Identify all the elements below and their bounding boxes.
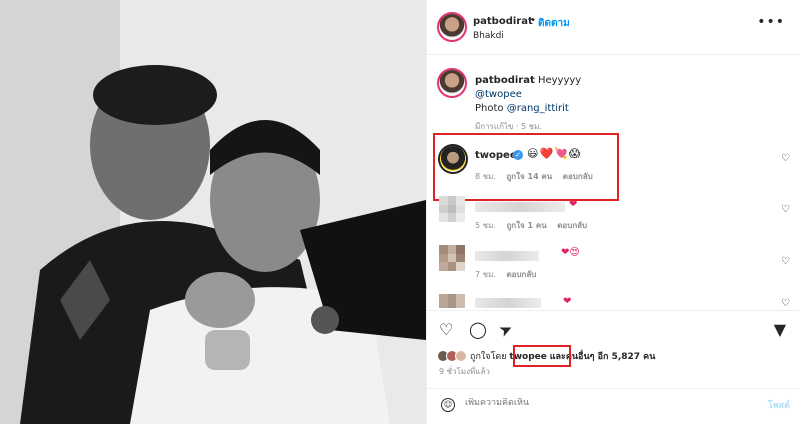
comment-bubble-icon[interactable]: ◯ [469,320,487,339]
comment-likes[interactable]: ถูกใจ 14 คน [506,172,552,181]
location-link[interactable]: Bhakdi [473,31,504,41]
caption-text: patbodirat Heyyyyy [475,75,581,86]
comment-like-heart-icon[interactable]: ♡ [781,153,790,164]
caption-avatar[interactable] [439,70,465,96]
comment-likes[interactable]: ถูกใจ 1 คน [506,221,546,230]
blurred-username[interactable] [475,202,565,212]
author-username[interactable]: patbodirat [473,16,533,27]
blurred-username[interactable] [475,298,541,308]
caption-edited-time: มีการแก้ไข · 5 ชม. [475,122,542,131]
post-photo[interactable] [0,0,426,424]
post-comment-button[interactable]: โพสต์ [768,398,790,412]
photo-label: Photo [475,103,504,114]
comment-emoji: ❤😍 [561,247,580,258]
save-bookmark-icon[interactable]: ▼ [774,320,786,339]
comment-time: 7 ชม. [475,270,496,279]
blurred-avatar[interactable] [439,294,465,308]
blurred-avatar[interactable] [439,245,465,271]
like-heart-icon[interactable]: ♡ [439,320,453,339]
caption-mention[interactable]: @twopee [475,89,522,100]
commenter-avatar[interactable] [440,146,466,172]
blurred-avatar[interactable] [439,196,465,222]
photo-illustration [0,0,426,424]
post-time-ago[interactable]: 9 ชั่วโมงที่แล้ว [439,365,490,378]
comment-meta: 5 ชม. ถูกใจ 1 คน ตอบกลับ [475,219,587,232]
more-options-icon[interactable]: ••• [757,14,785,30]
liked-by-prefix: ถูกใจโดย [470,352,507,362]
caption-username[interactable]: patbodirat [475,75,535,86]
comment-emojis: 😃❤️💘😱 [527,147,582,160]
highlight-box-likes [513,345,571,367]
caption-body: Heyyyyy [537,75,582,86]
comment-meta: 8 ชม. ถูกใจ 14 คน ตอบกลับ [475,170,593,183]
emoji-picker-icon[interactable]: ☺ [441,398,455,412]
caption-photo-credit: Photo @rang_ittirit [475,103,569,114]
verified-badge-icon: ✓ [513,150,523,160]
reply-button[interactable]: ตอบกลับ [506,270,536,279]
blurred-username[interactable] [475,251,539,261]
separator-dot: • [530,15,536,26]
comment-input[interactable] [465,398,755,408]
liker-avatar[interactable] [455,350,467,362]
comment-like-heart-icon[interactable]: ♡ [781,256,790,267]
reply-button[interactable]: ตอบกลับ [557,221,587,230]
comment-meta: 7 ชม. ตอบกลับ [475,268,536,281]
follow-button[interactable]: ติดตาม [538,16,570,31]
commenter-username[interactable]: twopee [475,150,517,161]
author-avatar[interactable] [439,14,465,40]
comment-like-heart-icon[interactable]: ♡ [781,298,790,309]
comment-emoji: ❤ [569,199,578,210]
post-header: patbodirat • ติดตาม Bhakdi ••• [427,0,800,55]
comment-emoji: ❤ [563,296,572,307]
comment-time: 8 ชม. [475,172,496,181]
post-panel: patbodirat • ติดตาม Bhakdi ••• patbodira… [426,0,800,424]
reply-button[interactable]: ตอบกลับ [563,172,593,181]
photo-credit-link[interactable]: @rang_ittirit [507,103,569,114]
comment-like-heart-icon[interactable]: ♡ [781,204,790,215]
comment-time: 5 ชม. [475,221,496,230]
